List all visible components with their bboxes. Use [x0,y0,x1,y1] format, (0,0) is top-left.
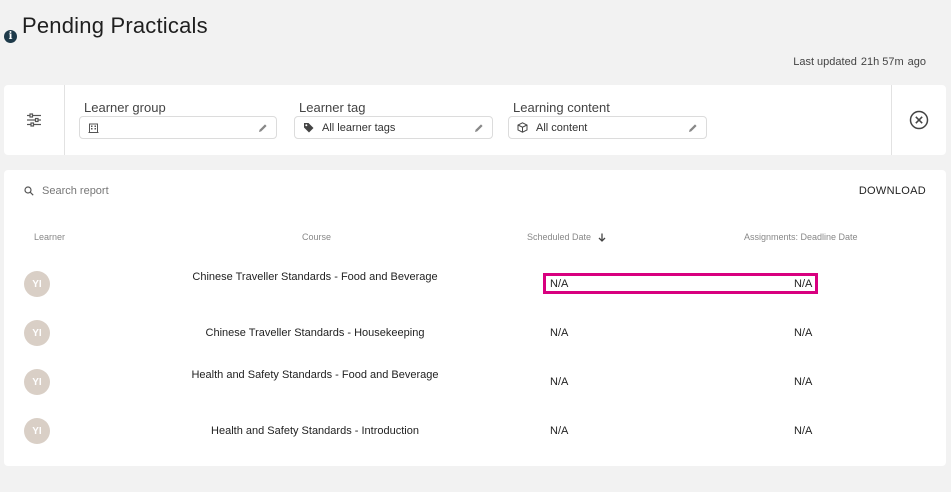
column-header-learner[interactable]: Learner [34,232,65,242]
learner-group-select[interactable] [79,116,277,139]
table-row[interactable]: YI Health and Safety Standards - Introdu… [4,411,946,451]
learning-content-select[interactable]: All content [508,116,707,139]
avatar: YI [24,369,50,395]
pencil-icon[interactable] [688,123,698,133]
learner-group-label: Learner group [84,100,166,115]
page-title: Pending Practicals [22,13,208,38]
course-cell: Chinese Traveller Standards - Food and B… [192,271,438,283]
learner-tag-select[interactable]: All learner tags [294,116,493,139]
learner-tag-value: All learner tags [322,121,396,134]
sort-descending-icon [598,233,606,243]
learner-tag-label: Learner tag [299,100,366,115]
last-updated-value: 21h 57m [860,56,904,68]
last-updated: Last updated 21h 57m ago [793,56,926,68]
column-header-scheduled-date[interactable]: Scheduled Date [527,232,606,243]
column-header-scheduled-date-label: Scheduled Date [527,232,592,242]
column-header-deadline-date[interactable]: Assignments: Deadline Date [744,232,858,242]
tag-icon [304,123,314,133]
course-cell: Chinese Traveller Standards - Housekeepi… [205,327,425,339]
filter-toggle-button[interactable] [4,85,65,155]
deadline-date-cell: N/A [794,425,813,437]
building-icon [88,123,99,133]
download-button[interactable]: DOWNLOAD [859,185,926,197]
filter-bar: Learner group Learner tag All learner ta… [4,85,946,155]
highlight-box [543,273,818,294]
course-cell: Health and Safety Standards - Introducti… [211,425,419,437]
scheduled-date-cell: N/A [550,327,569,339]
last-updated-label: Last updated [793,56,857,68]
course-cell: Health and Safety Standards - Food and B… [191,369,439,381]
table-row[interactable]: YI Chinese Traveller Standards - Houseke… [4,313,946,353]
pencil-icon[interactable] [474,123,484,133]
column-header-course[interactable]: Course [302,232,331,242]
pencil-icon[interactable] [258,123,268,133]
search-bar [24,183,324,199]
search-input[interactable] [42,185,292,197]
learning-content-value: All content [536,121,588,134]
table-row[interactable]: YI Health and Safety Standards - Food an… [4,362,946,402]
search-icon [24,186,34,196]
cube-icon [517,122,528,133]
learning-content-label: Learning content [513,100,610,115]
avatar: YI [24,320,50,346]
sliders-icon [27,113,41,127]
info-icon[interactable]: i [4,30,17,43]
avatar: YI [24,271,50,297]
close-circle-icon [909,110,929,130]
report-panel: DOWNLOAD Learner Course Scheduled Date A… [4,170,946,466]
scheduled-date-cell: N/A [550,376,569,388]
avatar: YI [24,418,50,444]
last-updated-suffix: ago [907,56,926,68]
scheduled-date-cell: N/A [550,425,569,437]
clear-filters-button[interactable] [891,85,946,155]
deadline-date-cell: N/A [794,327,813,339]
deadline-date-cell: N/A [794,376,813,388]
